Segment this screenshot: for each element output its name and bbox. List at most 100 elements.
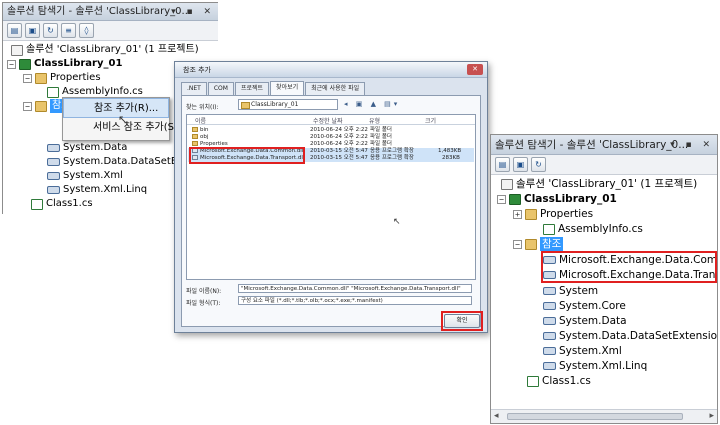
folder-icon — [192, 127, 198, 132]
scroll-right-icon[interactable]: ▸ — [709, 411, 714, 421]
tree-ref-item[interactable]: System.Data — [543, 314, 627, 328]
tree-assemblyinfo[interactable]: AssemblyInfo.cs — [543, 222, 643, 236]
tree-ref-item[interactable]: System.Xml — [47, 169, 123, 183]
scroll-left-icon[interactable]: ◂ — [494, 411, 499, 421]
expand-icon[interactable]: − — [23, 73, 32, 83]
ref-label: System.Xml.Linq — [559, 360, 648, 372]
csharp-project-icon — [509, 193, 521, 205]
collapse-icon[interactable]: − — [497, 194, 506, 204]
tree-project[interactable]: − ClassLibrary_01 — [497, 192, 617, 206]
window-controls[interactable]: ▾ ▪ ✕ — [670, 135, 714, 154]
properties-label: Properties — [540, 208, 594, 220]
solution-label: 솔루션 'ClassLibrary_01' (1 프로젝트) — [516, 178, 698, 190]
view-code-icon[interactable]: ≡ — [61, 23, 76, 38]
dialog-tabs: .NET COM 프로젝트 찾아보기 최근에 사용한 파일 — [181, 81, 366, 95]
tree-class1[interactable]: Class1.cs — [31, 197, 93, 211]
tree-ref-item[interactable]: System.Data — [47, 141, 127, 155]
file-row[interactable]: bin 2010-06-24 오후 2:22 파일 폴더 — [188, 127, 474, 134]
tree-ref-item[interactable]: System.Core — [543, 299, 626, 313]
tree-properties[interactable]: + Properties — [513, 207, 593, 221]
file-date: 2010-06-24 오후 2:22 — [310, 141, 368, 147]
cs-file-icon — [527, 375, 539, 387]
ref-label: System.Core — [559, 300, 626, 312]
scroll-thumb[interactable] — [507, 413, 683, 420]
file-date: 2010-06-24 오후 2:22 — [310, 127, 368, 133]
tab-recent[interactable]: 최근에 사용한 파일 — [305, 82, 366, 95]
tree-ref-item[interactable]: System.Xml.Linq — [47, 183, 147, 197]
column-type[interactable]: 유형 — [369, 116, 380, 125]
tree-ref-item[interactable]: System.Xml.Linq — [543, 359, 647, 373]
expand-icon[interactable]: + — [513, 209, 522, 219]
folder-icon — [192, 134, 198, 139]
folder-icon — [192, 141, 198, 146]
navigation-icons[interactable]: ◂ ▣ ▲ ▤▾ — [344, 100, 400, 108]
properties-icon[interactable]: ▤ — [7, 23, 22, 38]
csharp-project-icon — [19, 58, 31, 70]
file-date: 2010-03-15 오전 5:47 — [310, 148, 368, 154]
tree-class1[interactable]: Class1.cs — [527, 374, 591, 388]
project-label: ClassLibrary_01 — [34, 58, 123, 69]
file-date: 2010-06-24 오후 2:22 — [310, 134, 368, 140]
tree-solution[interactable]: 솔루션 'ClassLibrary_01' (1 프로젝트) — [501, 177, 697, 191]
class-diagram-icon[interactable]: ◊ — [79, 23, 94, 38]
look-in-label: 찾는 위치(I): — [186, 104, 219, 111]
close-icon[interactable]: ✕ — [467, 64, 483, 75]
file-name: bin — [192, 127, 209, 134]
filetype-dropdown[interactable]: 구성 요소 파일 (*.dll;*.tlb;*.olb;*.ocx;*.exe;… — [238, 296, 472, 305]
project-label: ClassLibrary_01 — [524, 193, 617, 205]
tab-projects[interactable]: 프로젝트 — [234, 82, 270, 95]
reference-icon — [543, 362, 556, 370]
reference-icon — [543, 332, 556, 340]
look-in-dropdown[interactable]: ClassLibrary_01 — [238, 99, 338, 110]
refresh-icon[interactable]: ↻ — [43, 23, 58, 38]
tab-browse[interactable]: 찾아보기 — [270, 81, 305, 95]
highlight-box-new-refs — [541, 251, 717, 283]
add-reference-dialog: 참조 추가 ✕ .NET COM 프로젝트 찾아보기 최근에 사용한 파일 찾는… — [174, 61, 488, 333]
browse-tab-body: 찾는 위치(I): ClassLibrary_01 ◂ ▣ ▲ ▤▾ 이름 수정… — [181, 95, 483, 331]
properties-icon[interactable]: ▤ — [495, 157, 510, 172]
tree-solution[interactable]: 솔루션 'ClassLibrary_01' (1 프로젝트) — [11, 43, 199, 57]
explorer-toolbar: ▤ ▣ ↻ — [491, 155, 717, 175]
collapse-icon[interactable]: − — [7, 59, 16, 69]
add-reference-menu-item[interactable]: 참조 추가(R)... — [63, 98, 169, 118]
tab-com[interactable]: COM — [207, 82, 234, 95]
add-service-reference-menu-item[interactable]: 서비스 참조 추가(S)... — [63, 118, 187, 138]
properties-label: Properties — [50, 72, 101, 83]
window-controls[interactable]: ▾ ▪ ✕ — [171, 3, 215, 20]
horizontal-scrollbar[interactable]: ◂ ▸ — [491, 409, 717, 423]
tree-ref-item[interactable]: System — [543, 284, 598, 298]
show-all-files-icon[interactable]: ▣ — [513, 157, 528, 172]
file-list: 이름 수정한 날짜 유형 크기 bin 2010-06-24 오후 2:22 파… — [186, 114, 476, 280]
tree-project[interactable]: − ClassLibrary_01 — [7, 57, 122, 71]
collapse-icon[interactable]: − — [513, 239, 522, 249]
tab-dotnet[interactable]: .NET — [181, 82, 207, 95]
column-size[interactable]: 크기 — [425, 116, 436, 125]
column-name[interactable]: 이름 — [195, 116, 206, 125]
file-row[interactable]: obj 2010-06-24 오후 2:22 파일 폴더 — [188, 134, 474, 141]
reference-icon — [47, 172, 60, 180]
highlight-box-ok — [441, 311, 483, 331]
filename-input[interactable]: "Microsoft.Exchange.Data.Common.dll" "Mi… — [238, 284, 472, 293]
column-date[interactable]: 수정한 날짜 — [313, 116, 343, 125]
file-type: 파일 폴더 — [370, 134, 392, 140]
tree-ref-item[interactable]: System.Xml — [543, 344, 622, 358]
assemblyinfo-label: AssemblyInfo.cs — [558, 223, 643, 235]
file-name-text: obj — [200, 134, 209, 140]
panel-title: 솔루션 탐색기 - 솔루션 'ClassLibrary_0... ▾ ▪ ✕ — [491, 135, 717, 155]
tree-ref-item[interactable]: System.Data.DataSetExtensions — [543, 329, 717, 343]
tree-references[interactable]: − 참조 — [513, 237, 564, 251]
solution-icon — [501, 178, 513, 190]
refresh-icon[interactable]: ↻ — [531, 157, 546, 172]
panel-title-text: 솔루션 탐색기 - 솔루션 'ClassLibrary_0... — [495, 139, 689, 151]
collapse-icon[interactable]: − — [23, 101, 32, 111]
reference-icon — [47, 186, 60, 194]
ref-label: System.Data — [63, 142, 128, 153]
mouse-pointer-icon: ↖ — [393, 217, 401, 227]
show-all-files-icon[interactable]: ▣ — [25, 23, 40, 38]
filetype-label: 파일 형식(T): — [186, 300, 221, 307]
folder-icon — [525, 208, 537, 220]
file-name: obj — [192, 134, 208, 141]
tree-properties[interactable]: − Properties — [23, 71, 101, 85]
reference-icon — [543, 347, 556, 355]
reference-icon — [543, 302, 556, 310]
